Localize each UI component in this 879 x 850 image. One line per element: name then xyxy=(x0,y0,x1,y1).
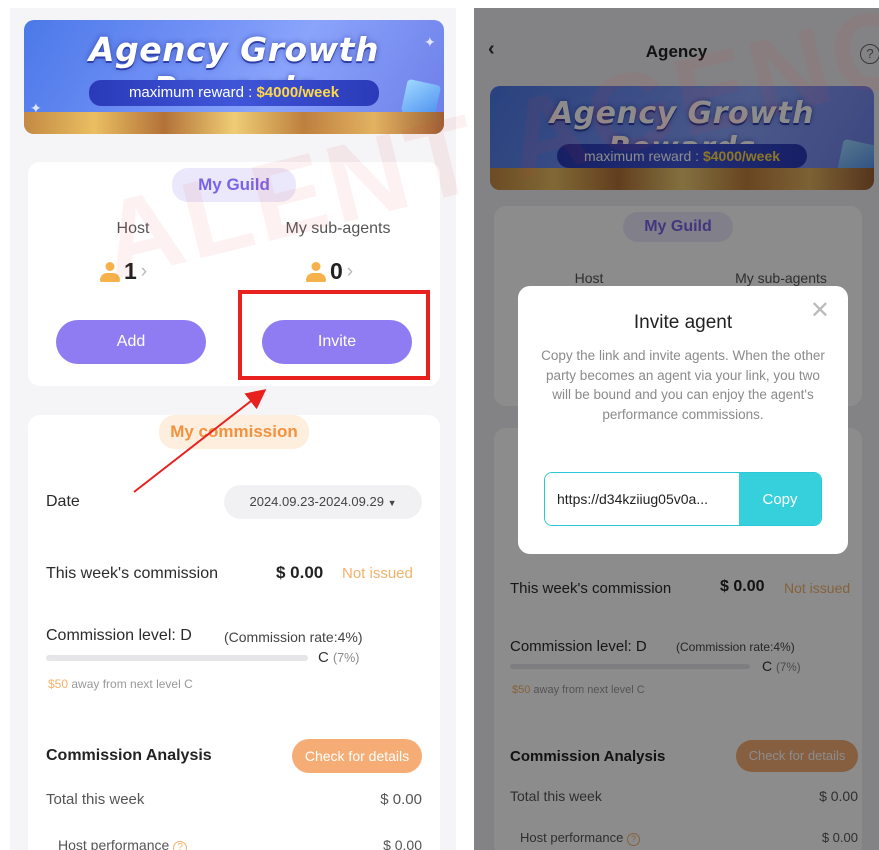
modal-title: Invite agent xyxy=(633,312,733,333)
host-performance-label: Host performance ? xyxy=(58,837,188,850)
host-performance-amount: $ 0.00 xyxy=(383,837,422,850)
subagents-count[interactable]: 0 › xyxy=(306,258,353,285)
banner-subtitle-prefix: maximum reward : xyxy=(128,84,257,101)
commission-level-label: Commission level: D xyxy=(46,627,192,644)
total-week-amount: $ 0.00 xyxy=(380,791,422,808)
person-icon xyxy=(100,261,120,282)
subagents-label: My sub-agents xyxy=(285,220,391,237)
invite-agent-modal: ✕ Invite agent Copy the link and invite … xyxy=(518,286,848,554)
left-screen: ✦ ✦ Agency Growth Rewards maximum reward… xyxy=(10,8,456,850)
check-details-button[interactable]: Check for details xyxy=(292,739,422,773)
copy-button[interactable]: Copy xyxy=(739,473,821,525)
commission-rate-note: (Commission rate:4%) xyxy=(224,629,363,645)
away-from-next-level: $50 away from next level C xyxy=(48,677,193,691)
host-label: Host xyxy=(116,220,150,237)
add-button[interactable]: Add xyxy=(56,320,206,364)
banner-subtitle-amount: $4000/week xyxy=(256,84,340,101)
guild-title: My Guild xyxy=(172,168,296,202)
date-label: Date xyxy=(46,493,80,510)
modal-description: Copy the link and invite agents. When th… xyxy=(541,348,825,422)
person-icon xyxy=(306,261,326,282)
host-count-value: 1 xyxy=(124,258,137,284)
host-count[interactable]: 1 › xyxy=(100,258,147,285)
question-circle-icon[interactable]: ? xyxy=(173,841,188,850)
next-level-rate: (7%) xyxy=(333,651,360,665)
away-text: away from next level C xyxy=(71,677,193,691)
week-status: Not issued xyxy=(342,565,413,582)
chevron-right-icon: › xyxy=(140,260,148,282)
caret-down-icon: ▼ xyxy=(387,498,397,508)
total-week-label: Total this week xyxy=(46,791,145,808)
chevron-right-icon: › xyxy=(346,260,354,282)
level-progress-bar xyxy=(46,655,308,661)
next-level: C (7%) xyxy=(318,649,359,666)
host-performance-text: Host performance xyxy=(58,837,170,850)
commission-analysis-title: Commission Analysis xyxy=(46,747,212,764)
commission-title: My commission xyxy=(159,415,309,449)
week-commission-amount: $ 0.00 xyxy=(276,563,324,582)
date-range-select[interactable]: 2024.09.23-2024.09.29 ▼ xyxy=(224,485,422,519)
date-range-value: 2024.09.23-2024.09.29 xyxy=(249,494,384,509)
highlight-box xyxy=(238,290,430,380)
subagents-count-value: 0 xyxy=(330,258,343,284)
right-screen: ‹ Agency ? Agency Growth Rewards maximum… xyxy=(474,8,879,850)
coins-decoration xyxy=(24,112,444,134)
banner-subtitle: maximum reward : $4000/week xyxy=(89,80,379,106)
rewards-banner[interactable]: ✦ ✦ Agency Growth Rewards maximum reward… xyxy=(24,20,444,134)
invite-link-text[interactable]: https://d34kziiug05v0a... xyxy=(545,473,739,525)
commission-card: My commission Date 2024.09.23-2024.09.29… xyxy=(28,415,440,850)
away-amount: $50 xyxy=(48,677,69,691)
invite-link-field[interactable]: https://d34kziiug05v0a... Copy xyxy=(544,472,822,526)
next-level-name: C xyxy=(318,649,329,666)
week-commission-label: This week's commission xyxy=(46,565,218,582)
